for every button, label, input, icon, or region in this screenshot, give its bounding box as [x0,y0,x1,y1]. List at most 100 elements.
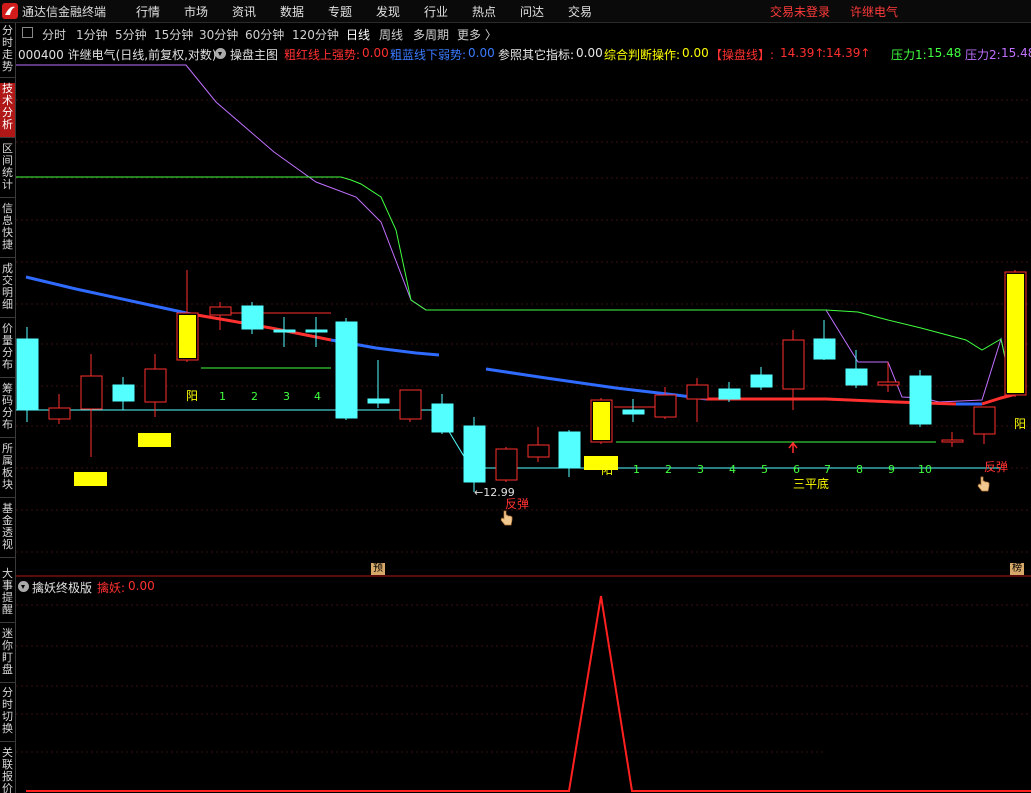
candle-body [654,394,677,418]
triple-bottom-label: 三平底 [793,476,829,491]
candle-body [399,389,422,420]
count-right-7: 7 [824,463,831,476]
sidebar-item-sectors[interactable]: 所属板块 [0,443,15,498]
menu-item-trade[interactable]: 交易 [568,3,592,20]
candle-body [367,398,390,404]
candle-body [48,407,71,420]
sidebar-item-funds[interactable]: 基金透视 [0,503,15,558]
forecast-tag[interactable]: 预 [371,563,385,575]
candle-body [558,431,581,468]
info-label-ref: 参照其它指标: [498,48,575,62]
period-more[interactable]: 更多 〉 [457,26,497,43]
indicator-name[interactable]: 操盘主图 [230,46,278,63]
yang-label-left: 阳 [186,389,198,403]
candle-body [845,368,868,386]
menu-item-news[interactable]: 资讯 [232,3,256,20]
candle-body [973,406,996,435]
highlight-candle [1007,274,1024,393]
info-value-pressure1: 15.48 [927,46,962,60]
menu-item-ask[interactable]: 问达 [520,3,544,20]
sidebar-item-timeshare[interactable]: 分时走势 [0,25,15,78]
highlight-candle [593,402,610,440]
count-right-5: 5 [761,463,768,476]
period-grip-icon[interactable] [22,27,33,38]
menu-item-data[interactable]: 数据 [280,3,304,20]
menu-item-quotes[interactable]: 行情 [136,3,160,20]
period-1min[interactable]: 1分钟 [76,26,108,43]
count-right-9: 9 [888,463,895,476]
info-label-red: 粗红线上强势: [284,48,361,62]
highlight-candle [179,315,196,358]
ranking-tag[interactable]: 榜 [1010,563,1024,575]
period-60min[interactable]: 60分钟 [245,26,284,43]
sidebar-item-events[interactable]: 大事提醒 [0,568,15,623]
info-label-blue: 粗蓝线下弱势: [390,48,467,62]
sidebar-item-technical[interactable]: 技术分析 [0,83,15,138]
yang-label-right: 阳 [1014,417,1026,431]
sidebar-item-related[interactable]: 关联报价 [0,747,15,793]
sub-indicator-name[interactable]: 擒妖终极版 [32,579,92,596]
candle-body [144,368,167,403]
period-15min[interactable]: 15分钟 [154,26,193,43]
pressure1-line [16,176,1017,363]
period-30min[interactable]: 30分钟 [199,26,238,43]
signal-block [74,472,107,486]
candle-body [527,444,550,458]
candle-body [241,305,264,330]
dropdown-icon[interactable] [18,581,29,592]
count-right-3: 3 [697,463,704,476]
chart-grid [16,99,1031,553]
signal-blocks [74,433,618,486]
candle-body [941,439,964,443]
menu-item-topic[interactable]: 专题 [328,3,352,20]
candle-body [718,388,741,400]
candle-body [877,381,900,386]
menu-item-industry[interactable]: 行业 [424,3,448,20]
count-right-6: 6 [793,463,800,476]
info-label-pressure1: 压力1: [891,48,927,62]
candle-body [16,338,39,410]
sidebar-item-range-stats[interactable]: 区间统计 [0,143,15,198]
count-right-10: 10 [918,463,932,476]
menu-bar: 通达信金融终端 行情 市场 资讯 数据 专题 发现 行业 热点 问达 交易 交易… [0,0,1031,23]
sub-indicator-label: 擒妖: [97,581,126,595]
sidebar-item-chips[interactable]: 筹码分布 [0,383,15,438]
pressure2-line [16,64,1017,403]
sidebar-item-info[interactable]: 信息快捷 [0,203,15,258]
candle-body [909,375,932,425]
menu-item-hotspot[interactable]: 热点 [472,3,496,20]
sidebar-item-volume-dist[interactable]: 价量分布 [0,323,15,378]
candle-body [80,375,103,410]
candle-body [686,384,709,400]
candle-body [335,321,358,419]
period-weekly[interactable]: 周线 [379,26,403,43]
info-value-ref: 0.00 [576,46,603,60]
period-5min[interactable]: 5分钟 [115,26,147,43]
period-daily[interactable]: 日线 [346,26,370,43]
info-label-opline: 【操盘线】: [710,48,775,62]
period-timeshare[interactable]: 分时 [42,26,66,43]
sidebar-item-mini-watch[interactable]: 迷你盯盘 [0,628,15,683]
stock-name: 许继电气 [850,5,899,19]
count-left-4: 4 [314,390,321,403]
count-right-4: 4 [729,463,736,476]
count-left-2: 2 [251,390,258,403]
sidebar-item-deals[interactable]: 成交明细 [0,263,15,318]
sub-indicator-value: 0.00 [128,579,155,593]
app-title: 通达信金融终端 [22,5,107,19]
candle-body [305,329,328,333]
candle-body [622,409,645,415]
menu-item-discover[interactable]: 发现 [376,3,400,20]
trade-login-status[interactable]: 交易未登录 [770,3,830,20]
sidebar-item-switch[interactable]: 分时切换 [0,687,15,742]
signal-block [138,433,171,447]
info-value-judge: 0.00 [682,46,709,60]
kline-chart[interactable]: 阳 阳 阳 1 2 3 4 1 2 3 4 5 6 7 8 9 10 三平底 ←… [16,62,1031,793]
period-multi[interactable]: 多周期 [413,26,449,43]
candle-body [495,448,518,481]
candle-body [209,306,232,316]
dropdown-icon[interactable] [215,48,226,59]
candle-body [750,374,773,388]
menu-item-market[interactable]: 市场 [184,3,208,20]
period-120min[interactable]: 120分钟 [292,26,339,43]
